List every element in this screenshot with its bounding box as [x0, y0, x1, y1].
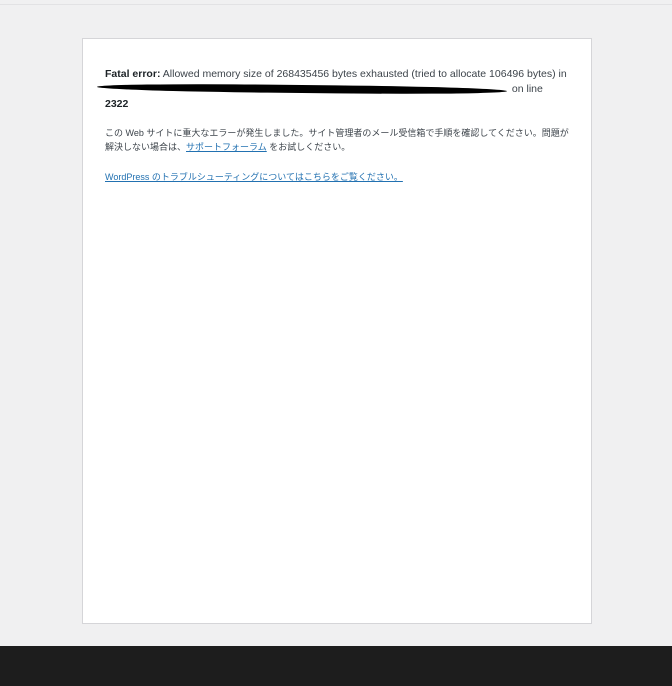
troubleshooting-paragraph: WordPress のトラブルシューティングについてはこちらをご覧ください。 — [105, 170, 575, 184]
on-line-text: on line — [511, 83, 543, 95]
bottom-bar — [0, 646, 672, 686]
critical-error-notice: この Web サイトに重大なエラーが発生しました。サイト管理者のメール受信箱で手… — [105, 126, 575, 154]
error-content: Fatal error: Allowed memory size of 2684… — [96, 67, 575, 184]
fatal-error-label-text: Fatal error — [105, 68, 157, 80]
troubleshooting-link[interactable]: WordPress のトラブルシューティングについてはこちらをご覧ください。 — [105, 172, 403, 182]
support-forum-link[interactable]: サポートフォーラム — [186, 142, 267, 152]
fatal-error-text: Allowed memory size of 268435456 bytes e… — [160, 68, 567, 80]
redacted-file-path — [96, 83, 508, 96]
line-number: 2322 — [105, 98, 129, 110]
notice-text-after: をお試しください。 — [266, 142, 351, 152]
error-card: Fatal error: Allowed memory size of 2684… — [82, 38, 592, 624]
top-divider — [0, 4, 672, 5]
fatal-error-label: Fatal error: — [105, 68, 160, 80]
fatal-error-message: Fatal error: Allowed memory size of 2684… — [96, 67, 575, 112]
